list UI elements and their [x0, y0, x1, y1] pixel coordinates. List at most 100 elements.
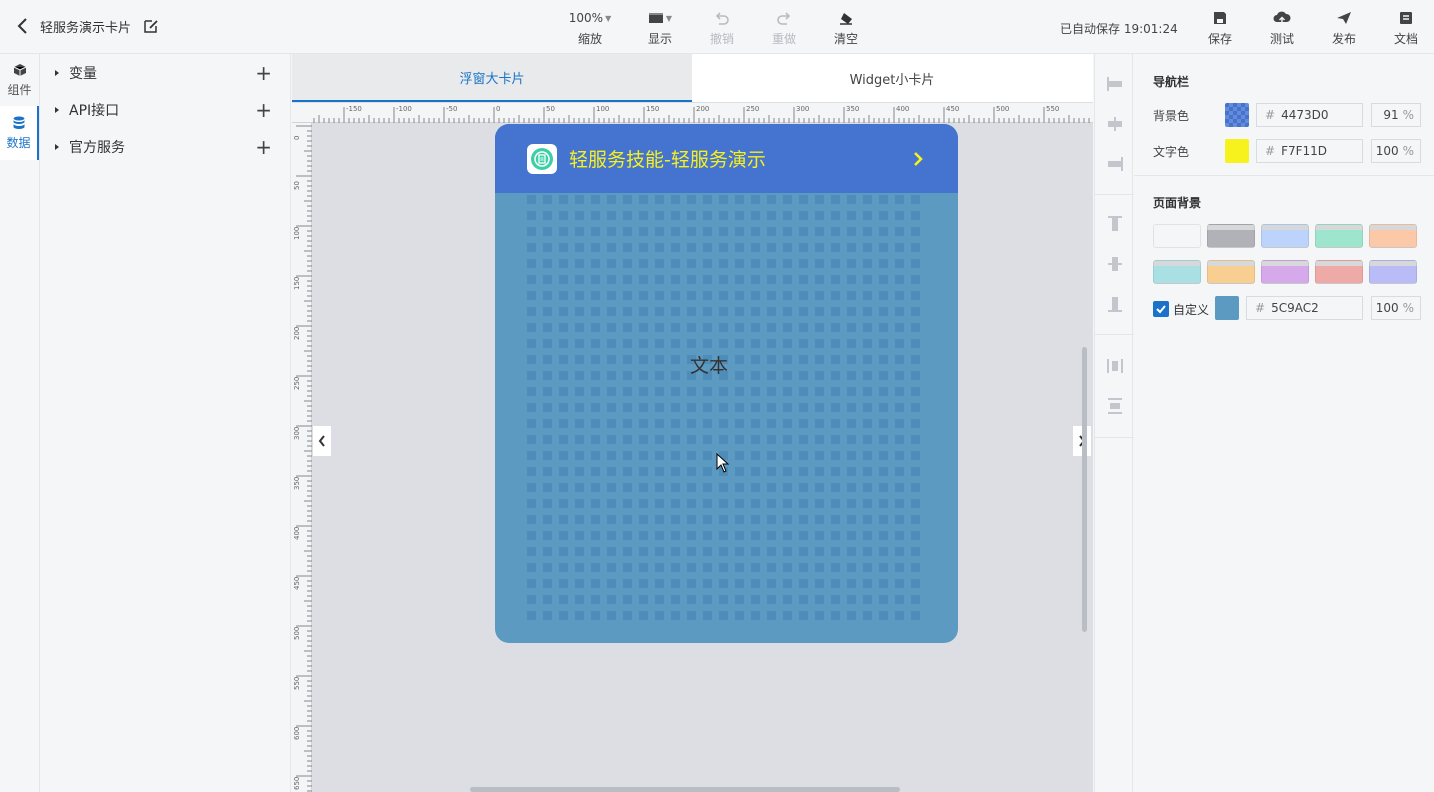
bg-preset-swatch[interactable] — [1207, 224, 1255, 248]
chevron-right-icon[interactable] — [908, 149, 928, 169]
ruler-label: 600 — [293, 726, 301, 740]
display-label: 显示 — [647, 32, 672, 46]
panel-item-api[interactable]: API接口 + — [41, 91, 290, 128]
bg-preset-swatch[interactable] — [1261, 224, 1309, 248]
bg-preset-swatch[interactable] — [1153, 224, 1201, 248]
clear-button[interactable]: 清空 — [818, 8, 874, 48]
custom-bg-hex-input[interactable]: #5C9AC2 — [1246, 296, 1363, 320]
text-component[interactable]: 文本 — [690, 351, 728, 378]
cloud-upload-icon — [1273, 11, 1291, 24]
ruler-label: 400 — [896, 105, 910, 113]
ruler-label: 250 — [293, 376, 301, 390]
plus-icon[interactable]: + — [255, 63, 272, 83]
eraser-icon — [840, 13, 852, 25]
ruler-label: 500 — [996, 105, 1010, 113]
align-top-icon[interactable] — [1105, 214, 1125, 234]
card-body[interactable]: 文本 — [495, 193, 958, 643]
align-left-icon[interactable] — [1105, 74, 1125, 94]
tab-widget-card[interactable]: Widget小卡片 — [692, 54, 1092, 102]
align-bottom-icon[interactable] — [1105, 294, 1125, 314]
separator — [1095, 334, 1134, 335]
custom-bg-swatch[interactable] — [1215, 296, 1239, 320]
panel-item-label: 官方服务 — [69, 139, 125, 156]
zoom-control[interactable]: 100% ▼ 缩放 — [562, 8, 618, 48]
mouse-cursor-icon — [716, 453, 730, 473]
ruler-ticks — [296, 125, 312, 792]
bg-preset-swatch[interactable] — [1315, 260, 1363, 284]
text-color-swatch[interactable] — [1225, 139, 1249, 163]
distribute-horizontal-icon[interactable] — [1105, 356, 1125, 376]
page-title: 轻服务演示卡片 — [40, 20, 132, 36]
align-center-vertical-icon[interactable] — [1105, 254, 1125, 274]
horizontal-scrollbar[interactable] — [470, 787, 900, 792]
panel-item-official-services[interactable]: 官方服务 + — [41, 128, 290, 165]
alignment-toolbar — [1094, 54, 1134, 792]
ruler-label: 550 — [1046, 105, 1060, 113]
edit-icon[interactable] — [143, 18, 159, 34]
docs-button[interactable]: 文档 — [1378, 8, 1434, 48]
vertical-scrollbar[interactable] — [1082, 347, 1087, 632]
zoom-label: 缩放 — [577, 32, 602, 46]
card-title: 轻服务技能-轻服务演示 — [569, 149, 766, 171]
separator — [1095, 437, 1134, 438]
ruler-label: 150 — [293, 276, 301, 290]
floating-card-preview[interactable]: 轻服务技能-轻服务演示 文本 — [495, 124, 958, 643]
app-logo — [527, 143, 557, 174]
align-right-icon[interactable] — [1105, 154, 1125, 174]
bg-preset-swatch[interactable] — [1369, 224, 1417, 248]
undo-label: 撤销 — [709, 32, 734, 46]
clear-label: 清空 — [833, 32, 858, 46]
rail-item-data[interactable]: 数据 — [0, 106, 39, 160]
bg-color-opacity-input[interactable]: 91% — [1371, 103, 1421, 127]
rail-item-components[interactable]: 组件 — [0, 54, 39, 106]
bg-preset-swatch[interactable] — [1315, 224, 1363, 248]
undo-button[interactable]: 撤销 — [694, 8, 750, 48]
bg-color-swatch[interactable] — [1225, 103, 1249, 127]
document-icon — [1400, 12, 1412, 24]
ruler-label: 500 — [293, 626, 301, 640]
ruler-ticks — [313, 107, 1090, 123]
redo-label: 重做 — [771, 32, 796, 46]
ruler-label: 150 — [646, 105, 660, 113]
bg-preset-swatch[interactable] — [1153, 260, 1201, 284]
bg-preset-swatch[interactable] — [1369, 260, 1417, 284]
publish-button[interactable]: 发布 — [1316, 8, 1372, 48]
undo-icon — [715, 12, 729, 25]
save-label: 保存 — [1207, 32, 1232, 46]
panel-item-label: 变量 — [69, 65, 97, 82]
ruler-label: 550 — [293, 676, 301, 690]
publish-label: 发布 — [1331, 32, 1356, 46]
caret-right-icon — [55, 143, 59, 150]
plus-icon[interactable]: + — [255, 137, 272, 157]
plus-icon[interactable]: + — [255, 100, 272, 120]
bg-color-hex-input[interactable]: #4473D0 — [1256, 103, 1363, 127]
ruler-label: 350 — [293, 476, 301, 490]
service-logo-icon — [531, 147, 553, 170]
custom-bg-opacity-input[interactable]: 100% — [1371, 296, 1421, 320]
bg-color-label: 背景色 — [1153, 109, 1190, 123]
bg-preset-swatch[interactable] — [1261, 260, 1309, 284]
prev-card-button[interactable] — [313, 426, 331, 456]
text-color-hex-input[interactable]: # F7F11D — [1256, 139, 1363, 163]
ruler-label: 0 — [293, 135, 301, 140]
back-button[interactable]: 轻服务演示卡片 — [14, 16, 159, 36]
text-color-opacity-input[interactable]: 100% — [1371, 139, 1421, 163]
save-button[interactable]: 保存 — [1192, 8, 1248, 48]
custom-bg-checkbox[interactable] — [1153, 301, 1169, 317]
panel-item-variables[interactable]: 变量 + — [41, 54, 290, 91]
ruler-label: 300 — [293, 426, 301, 440]
chevron-left-icon — [318, 435, 325, 447]
test-button[interactable]: 测试 — [1254, 8, 1310, 48]
ruler-label: 100 — [293, 226, 301, 240]
display-button[interactable]: ▼ 显示 — [632, 8, 688, 48]
align-center-horizontal-icon[interactable] — [1105, 114, 1125, 134]
cube-icon — [13, 63, 26, 76]
send-icon — [1337, 12, 1351, 24]
distribute-vertical-icon[interactable] — [1105, 396, 1125, 416]
design-canvas[interactable]: 浮窗大卡片 Widget小卡片 -150 -100 -50 0 50 100 150 200 2… — [292, 54, 1093, 792]
tab-floating-card[interactable]: 浮窗大卡片 — [292, 54, 692, 102]
bg-preset-swatch[interactable] — [1207, 260, 1255, 284]
redo-button[interactable]: 重做 — [756, 8, 812, 48]
chevron-left-icon — [17, 18, 27, 34]
card-nav-bar[interactable]: 轻服务技能-轻服务演示 — [495, 124, 958, 193]
